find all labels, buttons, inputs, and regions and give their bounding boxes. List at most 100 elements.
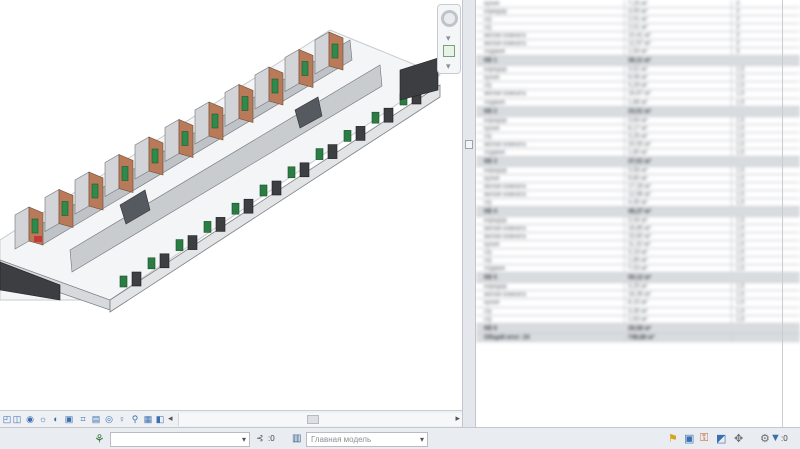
area-cell: 16,67 м² [628,91,651,98]
schedule-row[interactable]: жилая комната 12,96 м² 1,5 [476,190,800,199]
coefficient-cell: 1,5 [736,175,745,182]
schedule-row[interactable]: с/у 2,01 м² 3 [476,24,800,33]
select-underlay-icon[interactable]: ▣ [684,432,694,445]
schedule-group-row[interactable]: КВ 2 33,51 м² [476,106,800,117]
schedule-row[interactable]: жилая комната 16,67 м² 1,5 [476,90,800,99]
select-by-face-icon[interactable]: ◩ [716,432,726,445]
scale-icon[interactable]: ◰ [2,414,12,424]
schedule-row[interactable]: кухня 9,60 м² 1,5 [476,174,800,183]
schedule-row[interactable]: с/у 1,85 м² 1,5 [476,257,800,266]
navigation-bar[interactable]: ▾ ▾ [437,4,461,74]
design-option-selector[interactable]: Главная модель ▾ [306,432,428,447]
area-cell: 3,05 м² [628,9,648,16]
temporary-hide-icon[interactable]: ◎ [104,414,114,424]
schedule-row[interactable]: жилая комната 15,60 м² 1,5 [476,233,800,242]
sun-path-icon[interactable]: ☼ [38,414,48,424]
detail-level-icon[interactable]: ◫ [12,414,22,424]
splitter-grip-icon[interactable] [465,140,473,149]
coefficient-cell: 3 [736,1,740,7]
design-options-icon[interactable]: ▥ [292,433,301,444]
schedule-row[interactable]: коридор 3,05 м² 3 [476,8,800,17]
schedule-group-row[interactable]: КВ 6 28,58 м² [476,323,800,334]
3d-view-pane[interactable]: ▾ ▾ [0,0,462,410]
schedule-group-row[interactable]: КВ 3 37,01 м² [476,156,800,167]
filter-icon[interactable]: ▼ [770,432,781,444]
visual-style-icon[interactable]: ◉ [25,414,35,424]
area-cell: 8,17 м² [628,125,648,132]
schedule-row[interactable]: лоджия 7,03 м² 1,5 [476,265,800,274]
schedule-row[interactable]: с/у 3,29 м² 1,5 [476,82,800,91]
room-name-cell: лоджия [484,99,505,106]
schedule-row[interactable]: лоджия 1,54 м² 3 [476,48,800,57]
lock-view-icon[interactable]: ⚲ [130,414,140,424]
schedule-row[interactable]: кухня 8,06 м² 1,5 [476,74,800,83]
front-window [203,221,212,233]
schedule-row[interactable]: жилая комната 16,35 м² 1,5 [476,291,800,300]
schedule-row[interactable]: кухня 11,32 м² 1,5 [476,241,800,250]
scroll-right-icon[interactable]: ▸ [455,413,460,424]
shadows-icon[interactable]: ◐ [51,414,61,424]
window-green [331,43,339,59]
room-schedule[interactable]: кухня 7,25 м² 3 коридор 3,05 м² 3 с/у 2,01 м² 3 с… [476,0,800,427]
schedule-row[interactable]: жилая комната 10,41 м² 3 [476,32,800,41]
highlight-icon[interactable]: ◧ [155,414,165,424]
nav-options-icon[interactable]: ▾ [446,61,451,72]
room-name-cell: коридор [484,284,507,291]
workset-selector[interactable]: ▾ [110,432,250,447]
schedule-row[interactable]: коридор 3,25 м² 1,5 [476,283,800,292]
coefficient-cell: 1,5 [736,149,745,156]
select-links-icon[interactable]: ⚑ [668,432,678,445]
select-pinned-icon[interactable]: ⚿ [700,432,708,445]
coefficient-cell: 1,5 [736,141,745,148]
drag-elements-icon[interactable]: ✥ [734,432,743,445]
schedule-row[interactable]: лоджия 1,88 м² 1,5 [476,98,800,107]
coefficient-cell: 1,5 [736,75,745,82]
schedule-row[interactable]: с/у 1,63 м² 1,5 [476,315,800,324]
schedule-row[interactable]: лоджия 1,80 м² 1,5 [476,148,800,157]
window-green [91,183,99,199]
schedule-row[interactable]: с/у 4,35 м² 1,5 [476,198,800,208]
area-cell: 7,25 м² [628,1,648,7]
schedule-row[interactable]: с/у 2,01 м² 3 [476,16,800,25]
area-cell: 3,25 м² [628,284,648,291]
nav-expand-icon[interactable]: ▾ [446,33,451,44]
schedule-table: кухня 7,25 м² 3 коридор 3,05 м² 3 с/у 2,01 м² 3 с… [476,0,800,342]
schedule-row[interactable]: кухня 8,15 м² 1,5 [476,299,800,308]
zoom-region-icon[interactable] [443,45,455,57]
steering-wheel-icon[interactable] [441,10,458,27]
scrollbar-thumb[interactable] [307,415,319,424]
scroll-left-icon[interactable]: ◂ [168,413,173,424]
editable-only-icon[interactable]: ⊰ [256,433,264,444]
schedule-row[interactable]: с/у 3,25 м² 1,5 [476,132,800,141]
render-icon[interactable]: ▣ [64,414,74,424]
schedule-row[interactable]: коридор 3,34 м² 1,5 [476,217,800,226]
schedule-row[interactable]: с/у 3,35 м² 1,5 [476,307,800,316]
schedule-total-row[interactable]: Общий итог: 24 748,88 м² [476,333,800,342]
front-door [243,198,254,214]
worksets-icon[interactable]: ⚘ [94,432,105,446]
area-cell: 15,60 м² [628,234,651,241]
schedule-row[interactable]: жилая комната 12,57 м² 3 [476,40,800,49]
schedule-row[interactable]: коридор 3,58 м² 1,5 [476,166,800,175]
schedule-row[interactable]: коридор 3,64 м² 1,5 [476,116,800,125]
schedule-group-row[interactable]: КВ 5 59,12 м² [476,273,800,284]
horizontal-scrollbar[interactable]: ▸ [178,413,462,426]
schedule-row[interactable]: жилая комната 17,28 м² 1,5 [476,182,800,191]
pane-splitter[interactable] [462,0,476,427]
schedule-row[interactable]: с/у 3,19 м² 1,5 [476,249,800,258]
area-cell: 12,96 м² [628,191,651,198]
schedule-group-row[interactable]: КВ 4 48,27 м² [476,207,800,218]
reveal-hidden-icon[interactable]: ♀ [117,414,127,424]
schedule-row[interactable]: жилая комната 16,85 м² 1,5 [476,225,800,234]
schedule-row[interactable]: кухня 8,17 м² 1,5 [476,124,800,133]
schedule-row[interactable]: коридор 3,52 м² 1,5 [476,66,800,75]
building-3d-model[interactable] [0,0,462,410]
schedule-group-row[interactable]: КВ 1 38,11 м² [476,56,800,67]
analysis-icon[interactable]: ▦ [143,414,153,424]
crop-icon[interactable]: ⌗ [78,414,88,424]
schedule-row[interactable]: кухня 7,25 м² 3 [476,0,800,9]
area-cell: 37,01 м² [628,158,652,165]
crop-visible-icon[interactable]: ▤ [91,414,101,424]
background-process-icon[interactable]: ⚙ [760,432,770,445]
schedule-row[interactable]: жилая комната 20,05 м² 1,5 [476,140,800,149]
